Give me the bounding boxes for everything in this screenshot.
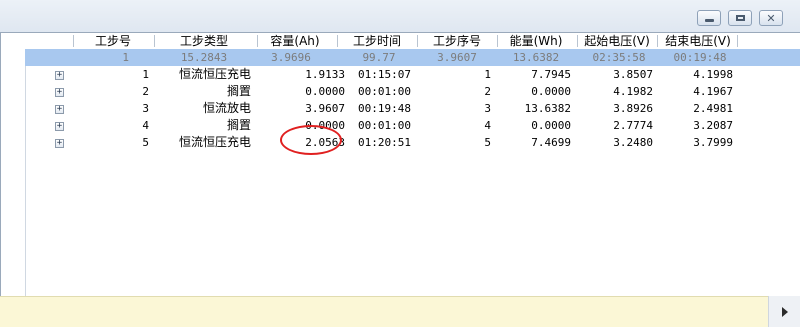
column-header-step-seq[interactable]: 工步序号 xyxy=(421,33,493,49)
summary-energy: 13.6382 xyxy=(512,51,560,64)
maximize-button[interactable] xyxy=(728,10,752,26)
start-voltage-cell: 2.7774 xyxy=(613,119,653,132)
close-button[interactable]: ✕ xyxy=(759,10,783,26)
grid-header: 工步号 工步类型 容量(Ah) 工步时间 工步序号 能量(Wh) 起始电压(V)… xyxy=(1,33,800,49)
energy-cell: 7.4699 xyxy=(531,136,571,149)
summary-seq: 3.9607 xyxy=(437,51,477,64)
maximize-icon xyxy=(729,11,751,25)
step-no-cell: 5 xyxy=(142,136,149,149)
step-seq-cell: 2 xyxy=(484,85,491,98)
title-bar: ✕ xyxy=(0,0,800,33)
column-header-end-voltage[interactable]: 结束电压(V) xyxy=(659,33,737,49)
start-voltage-cell: 3.8926 xyxy=(613,102,653,115)
header-separator xyxy=(73,35,74,47)
step-type-cell: 搁置 xyxy=(226,118,251,132)
column-header-step-no[interactable]: 工步号 xyxy=(81,33,145,49)
step-no-cell: 2 xyxy=(142,85,149,98)
end-voltage-cell: 3.2087 xyxy=(693,119,733,132)
summary-type: 15.2843 xyxy=(180,51,228,64)
start-voltage-cell: 3.2480 xyxy=(613,136,653,149)
step-seq-cell: 4 xyxy=(484,119,491,132)
capacity-cell: 3.9607 xyxy=(305,102,345,115)
status-bar xyxy=(0,296,800,327)
header-separator xyxy=(417,35,418,47)
header-separator xyxy=(657,35,658,47)
minimize-icon xyxy=(698,11,720,25)
step-seq-cell: 3 xyxy=(484,102,491,115)
end-voltage-cell: 4.1967 xyxy=(693,85,733,98)
end-voltage-cell: 3.7999 xyxy=(693,136,733,149)
summary-row[interactable]: 1 15.2843 3.9696 99.77 3.9607 13.6382 02… xyxy=(25,49,800,66)
start-voltage-cell: 4.1982 xyxy=(613,85,653,98)
table-row[interactable]: 5 恒流恒压充电 2.0563 01:20:51 5 7.4699 3.2480… xyxy=(25,134,800,151)
table-row[interactable]: 4 搁置 0.0000 00:01:00 4 0.0000 2.7774 3.2… xyxy=(25,117,800,134)
end-voltage-cell: 4.1998 xyxy=(693,68,733,81)
step-seq-cell: 1 xyxy=(484,68,491,81)
arrow-right-icon xyxy=(781,306,788,317)
header-separator xyxy=(577,35,578,47)
header-separator xyxy=(337,35,338,47)
step-time-cell: 00:19:48 xyxy=(358,102,411,115)
step-time-cell: 00:01:00 xyxy=(358,119,411,132)
end-voltage-cell: 2.4981 xyxy=(693,102,733,115)
column-header-capacity[interactable]: 容量(Ah) xyxy=(261,33,329,49)
column-header-step-time[interactable]: 工步时间 xyxy=(341,33,413,49)
energy-cell: 13.6382 xyxy=(524,102,571,115)
summary-end-voltage: 00:19:48 xyxy=(673,51,727,64)
header-separator xyxy=(257,35,258,47)
scroll-right-button[interactable] xyxy=(768,296,800,327)
summary-start-voltage: 02:35:58 xyxy=(592,51,646,64)
step-no-cell: 3 xyxy=(142,102,149,115)
step-type-cell: 恒流放电 xyxy=(202,101,251,115)
step-time-cell: 00:01:00 xyxy=(358,85,411,98)
app-window: ✕ 工步号 工步类型 容量(Ah) 工步时间 工步序号 能量(Wh) 起始电压(… xyxy=(0,0,800,327)
step-no-cell: 1 xyxy=(142,68,149,81)
header-separator xyxy=(154,35,155,47)
energy-cell: 0.0000 xyxy=(531,85,571,98)
step-type-cell: 恒流恒压充电 xyxy=(178,67,251,81)
close-icon: ✕ xyxy=(766,11,776,25)
summary-time: 99.77 xyxy=(362,51,396,64)
step-type-cell: 恒流恒压充电 xyxy=(178,135,251,149)
summary-step-no: 1 xyxy=(122,51,129,64)
step-data-grid: 工步号 工步类型 容量(Ah) 工步时间 工步序号 能量(Wh) 起始电压(V)… xyxy=(0,32,800,297)
table-row[interactable]: 2 搁置 0.0000 00:01:00 2 0.0000 4.1982 4.1… xyxy=(25,83,800,100)
table-row[interactable]: 3 恒流放电 3.9607 00:19:48 3 13.6382 3.8926 … xyxy=(25,100,800,117)
energy-cell: 0.0000 xyxy=(531,119,571,132)
step-seq-cell: 5 xyxy=(484,136,491,149)
capacity-cell: 2.0563 xyxy=(305,136,345,149)
capacity-cell: 0.0000 xyxy=(305,85,345,98)
start-voltage-cell: 3.8507 xyxy=(613,68,653,81)
capacity-cell: 1.9133 xyxy=(305,68,345,81)
header-separator xyxy=(497,35,498,47)
step-time-cell: 01:20:51 xyxy=(358,136,411,149)
column-header-start-voltage[interactable]: 起始电压(V) xyxy=(579,33,655,49)
capacity-cell: 0.0000 xyxy=(305,119,345,132)
step-time-cell: 01:15:07 xyxy=(358,68,411,81)
step-type-cell: 搁置 xyxy=(226,84,251,98)
header-separator xyxy=(737,35,738,47)
column-header-energy[interactable]: 能量(Wh) xyxy=(501,33,571,49)
minimize-button[interactable] xyxy=(697,10,721,26)
energy-cell: 7.7945 xyxy=(531,68,571,81)
table-row[interactable]: 1 恒流恒压充电 1.9133 01:15:07 1 7.7945 3.8507… xyxy=(25,66,800,83)
step-no-cell: 4 xyxy=(142,119,149,132)
summary-capacity: 3.9696 xyxy=(271,51,311,64)
column-header-step-type[interactable]: 工步类型 xyxy=(161,33,247,49)
